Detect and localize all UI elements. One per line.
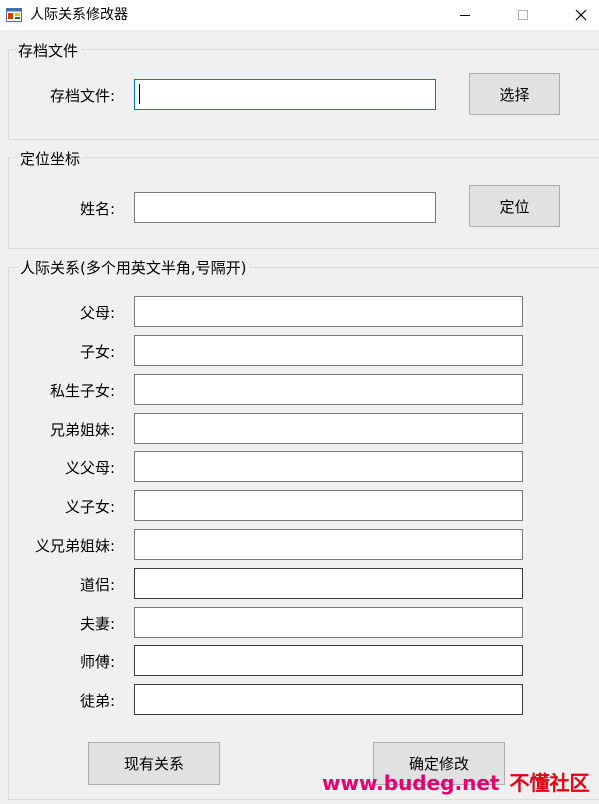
field-label-siblings: 兄弟姐妹: — [49, 421, 115, 439]
app-window-icon — [6, 8, 22, 22]
field-label-children: 子女: — [79, 343, 115, 361]
field-label-dao-partner: 道侣: — [79, 576, 115, 594]
current-relations-button[interactable]: 现有关系 — [88, 742, 220, 785]
watermark-brand: 不懂社区 — [509, 771, 590, 795]
field-label-spouse: 夫妻: — [79, 615, 115, 633]
spouse-input[interactable] — [134, 607, 523, 638]
field-label-illegitimate-children: 私生子女: — [49, 382, 115, 400]
master-input[interactable] — [134, 645, 523, 676]
field-label-sworn-siblings: 义兄弟姐妹: — [34, 537, 115, 555]
parents-input[interactable] — [134, 296, 523, 327]
archive-file-label: 存档文件: — [49, 87, 115, 105]
watermark: www.budeg.net 不懂社区 — [322, 766, 589, 800]
close-button[interactable] — [558, 0, 599, 30]
locate-button[interactable]: 定位 — [469, 185, 560, 227]
field-label-foster-parents: 义父母: — [64, 459, 115, 477]
archive-file-input[interactable] — [134, 79, 436, 110]
foster-children-input[interactable] — [134, 490, 523, 521]
maximize-button[interactable] — [500, 0, 546, 30]
window-title: 人际关系修改器 — [30, 7, 128, 23]
disciple-input[interactable] — [134, 684, 523, 715]
relations-group-title: 人际关系(多个用英文半角,号隔开) — [18, 258, 250, 278]
locate-group-title: 定位坐标 — [18, 149, 84, 169]
name-input[interactable] — [134, 192, 436, 223]
field-label-foster-children: 义子女: — [64, 498, 115, 516]
title-bar[interactable]: 人际关系修改器 — [0, 0, 599, 30]
field-label-master: 师傅: — [79, 653, 115, 671]
name-label: 姓名: — [79, 200, 115, 218]
text-caret — [139, 84, 140, 104]
maximize-icon — [518, 10, 528, 20]
field-label-parents: 父母: — [79, 304, 115, 322]
sworn-siblings-input[interactable] — [134, 529, 523, 560]
field-label-disciple: 徒弟: — [79, 692, 115, 710]
minimize-icon — [460, 15, 470, 16]
minimize-button[interactable] — [442, 0, 488, 30]
close-icon — [575, 9, 587, 21]
siblings-input[interactable] — [134, 413, 523, 444]
foster-parents-input[interactable] — [134, 451, 523, 482]
watermark-site: www.budeg.net — [322, 771, 500, 795]
children-input[interactable] — [134, 335, 523, 366]
archive-file-group-title: 存档文件 — [16, 41, 82, 61]
select-file-button[interactable]: 选择 — [469, 73, 560, 115]
illegitimate-children-input[interactable] — [134, 374, 523, 405]
dao-partner-input[interactable] — [134, 568, 523, 599]
